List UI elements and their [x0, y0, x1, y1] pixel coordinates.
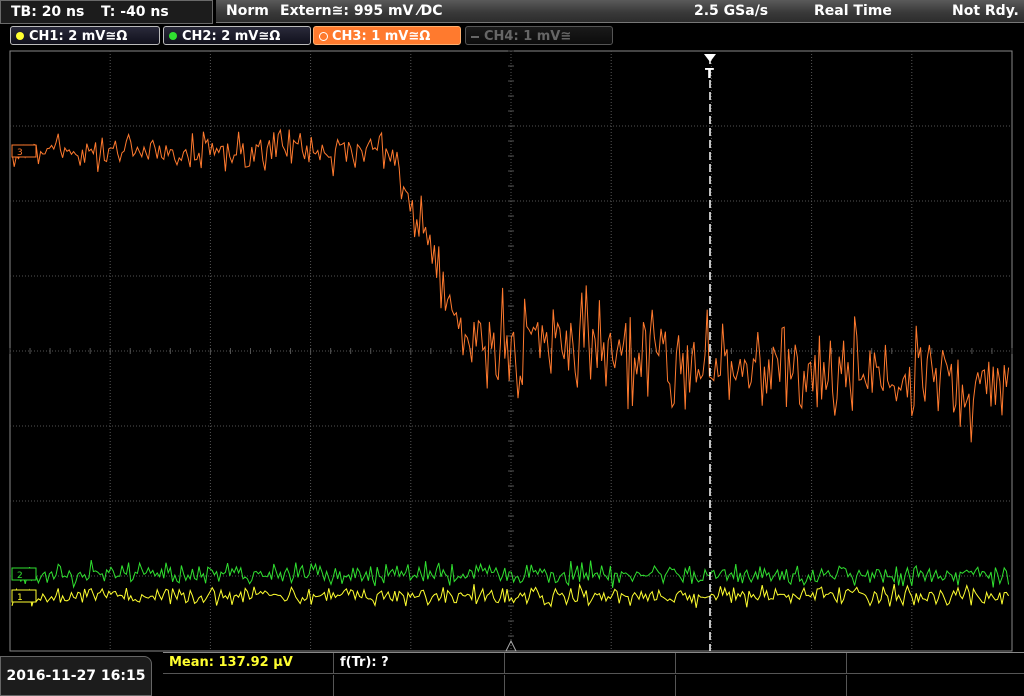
- bottom-bar: 2016-11-27 16:15 Mean: 137.92 µV f(Tr): …: [0, 652, 1024, 696]
- sample-rate: 2.5 GSa/s: [694, 3, 769, 19]
- channel-2-label: CH2: 2 mV≅Ω: [182, 29, 281, 44]
- trigger-mode: Norm: [226, 3, 269, 19]
- measurement-f-tr[interactable]: f(Tr): ?: [334, 653, 505, 674]
- datetime-box: 2016-11-27 16:15: [0, 656, 152, 696]
- measurement-table[interactable]: Mean: 137.92 µV f(Tr): ?: [163, 652, 1024, 696]
- channel-3-offset-marker[interactable]: 3: [11, 144, 37, 158]
- channel-2-button[interactable]: CH2: 2 mV≅Ω: [163, 26, 311, 45]
- measurement-slot-3[interactable]: [505, 653, 676, 674]
- measurement-slot-9[interactable]: [676, 675, 847, 696]
- measurement-mean[interactable]: Mean: 137.92 µV: [163, 653, 334, 674]
- measurement-slot-8[interactable]: [505, 675, 676, 696]
- acquisition-state: Not Rdy.: [952, 3, 1019, 19]
- trigger-source: Extern≅: 995 mV ⁄DC: [280, 3, 443, 19]
- waveform-display[interactable]: T 3 2 1: [0, 48, 1024, 652]
- measurement-slot-4[interactable]: [676, 653, 847, 674]
- channel-3-marker-text: 3: [17, 148, 23, 158]
- measurement-slot-7[interactable]: [334, 675, 505, 696]
- channel-4-button[interactable]: CH4: 1 mV≅: [465, 26, 613, 45]
- time-offset-label: T: -40 ns: [101, 4, 169, 20]
- measurement-slot-10[interactable]: [847, 675, 1024, 696]
- channel-3-label: CH3: 1 mV≅Ω: [332, 29, 431, 44]
- top-bar: TB: 20 ns T: -40 ns Norm Extern≅: 995 mV…: [0, 0, 1024, 24]
- measurement-slot-5[interactable]: [847, 653, 1024, 674]
- waveform-svg: T 3 2 1: [9, 50, 1013, 652]
- channel-3-dot-icon: [319, 32, 328, 41]
- channel-bar: CH1: 2 mV≅Ω CH2: 2 mV≅Ω CH3: 1 mV≅Ω CH4:…: [0, 26, 1024, 48]
- channel-4-dash-icon: [471, 36, 479, 38]
- channel-1-marker-text: 1: [17, 593, 23, 603]
- channel-2-marker-text: 2: [17, 571, 23, 581]
- trigger-marker: T: [705, 67, 714, 82]
- measurement-slot-6[interactable]: [163, 675, 334, 696]
- datetime-label: 2016-11-27 16:15: [6, 668, 146, 684]
- channel-1-dot-icon: [16, 32, 24, 40]
- timebase-label: TB: 20 ns: [11, 4, 85, 20]
- channel-2-marker-box: [11, 567, 37, 581]
- acquisition-mode: Real Time: [814, 3, 892, 19]
- channel-2-dot-icon: [169, 32, 177, 40]
- channel-1-offset-marker[interactable]: 1: [11, 589, 37, 603]
- channel-4-label: CH4: 1 mV≅: [484, 29, 572, 44]
- channel-2-offset-marker[interactable]: 2: [11, 567, 37, 581]
- channel-1-marker-box: [11, 589, 37, 603]
- trigger-status-bar[interactable]: Norm Extern≅: 995 mV ⁄DC 2.5 GSa/s Real …: [216, 0, 1024, 23]
- channel-1-button[interactable]: CH1: 2 mV≅Ω: [10, 26, 160, 45]
- channel-3-marker-box: [11, 144, 37, 158]
- channel-3-button[interactable]: CH3: 1 mV≅Ω: [313, 26, 461, 45]
- channel-1-label: CH1: 2 mV≅Ω: [29, 29, 128, 44]
- timebase-box[interactable]: TB: 20 ns T: -40 ns: [0, 0, 213, 24]
